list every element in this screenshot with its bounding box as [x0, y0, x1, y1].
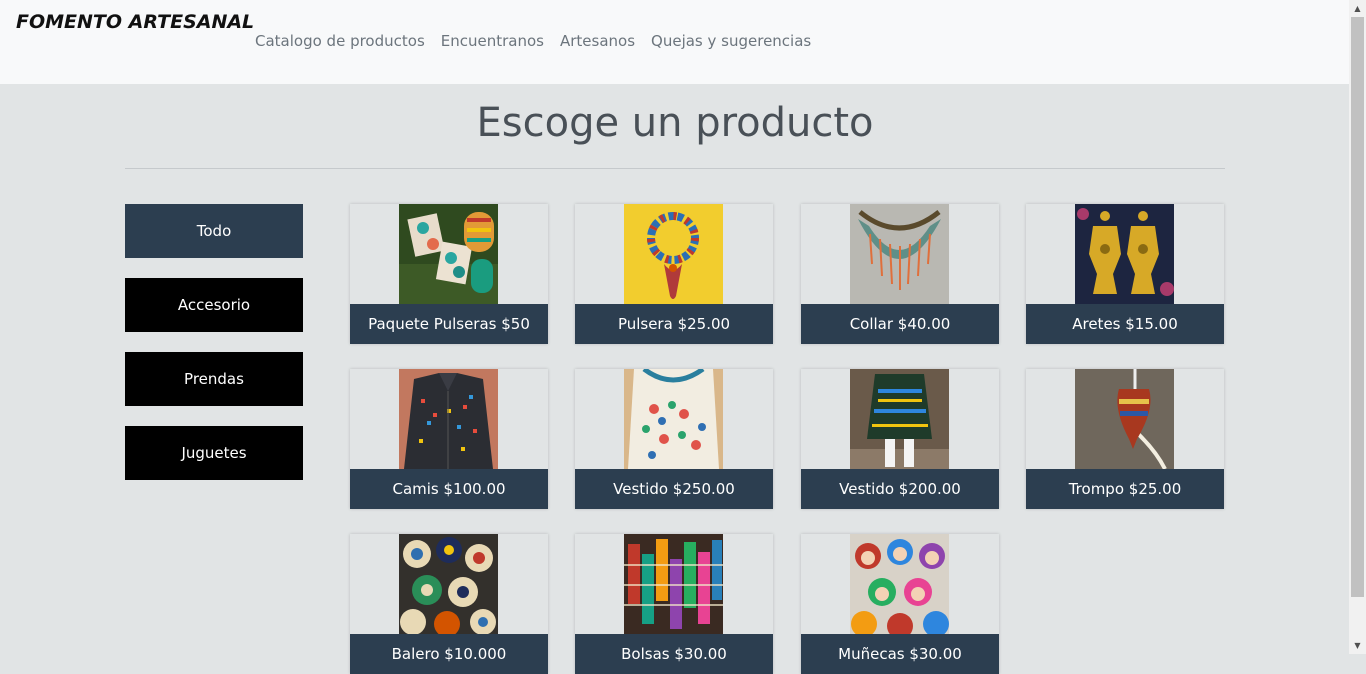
product-label: Collar $40.00 [801, 304, 999, 344]
product-label: Muñecas $30.00 [801, 634, 999, 674]
product-label: Vestido $250.00 [575, 469, 773, 509]
product-label: Aretes $15.00 [1026, 304, 1224, 344]
scroll-thumb[interactable] [1351, 17, 1364, 597]
scroll-up-icon[interactable]: ▲ [1349, 0, 1366, 17]
product-label: Pulsera $25.00 [575, 304, 773, 344]
category-button-prendas[interactable]: Prendas [125, 352, 303, 406]
product-label: Paquete Pulseras $50 [350, 304, 548, 344]
nav-link-encuentranos[interactable]: Encuentranos [441, 32, 544, 50]
product-card[interactable]: Camis $100.00 [350, 369, 548, 509]
product-label: Bolsas $30.00 [575, 634, 773, 674]
product-card[interactable]: Muñecas $30.00 [801, 534, 999, 674]
product-card[interactable]: Collar $40.00 [801, 204, 999, 344]
product-card[interactable]: Trompo $25.00 [1026, 369, 1224, 509]
category-button-accesorio[interactable]: Accesorio [125, 278, 303, 332]
product-label: Trompo $25.00 [1026, 469, 1224, 509]
category-button-juguetes[interactable]: Juguetes [125, 426, 303, 480]
product-card[interactable]: Aretes $15.00 [1026, 204, 1224, 344]
product-card[interactable]: Vestido $200.00 [801, 369, 999, 509]
dolls-photo [850, 534, 949, 634]
product-label: Vestido $200.00 [801, 469, 999, 509]
nav-links: Catalogo de productos Encuentranos Artes… [255, 32, 827, 50]
woven-bags-photo [624, 534, 723, 634]
nav-link-catalogo[interactable]: Catalogo de productos [255, 32, 425, 50]
product-card[interactable]: Paquete Pulseras $50 [350, 204, 548, 344]
product-label: Balero $10.000 [350, 634, 548, 674]
bracelets-earrings-photo [399, 204, 498, 304]
spinning-top-photo [1075, 369, 1174, 469]
page-title: Escoge un producto [476, 100, 874, 146]
product-card[interactable]: Balero $10.000 [350, 534, 548, 674]
product-label: Camis $100.00 [350, 469, 548, 509]
product-card[interactable]: Bolsas $30.00 [575, 534, 773, 674]
embroidered-shirt-photo [399, 369, 498, 469]
brand-logo[interactable]: FOMENTO ARTESANAL [16, 11, 254, 33]
product-card[interactable]: Vestido $250.00 [575, 369, 773, 509]
product-card[interactable]: Pulsera $25.00 [575, 204, 773, 344]
scroll-down-icon[interactable]: ▼ [1349, 637, 1366, 654]
embroidered-dress-photo [624, 369, 723, 469]
wooden-toys-photo [399, 534, 498, 634]
scrollbar[interactable]: ▲ ▼ [1349, 0, 1366, 654]
bead-bracelet-photo [624, 204, 723, 304]
beaded-necklace-photo [850, 204, 949, 304]
gold-earrings-photo [1075, 204, 1174, 304]
nav-link-artesanos[interactable]: Artesanos [560, 32, 635, 50]
navbar: FOMENTO ARTESANAL Catalogo de productos … [0, 0, 1349, 84]
nav-link-quejas[interactable]: Quejas y sugerencias [651, 32, 811, 50]
category-button-todo[interactable]: Todo [125, 204, 303, 258]
child-dress-photo [850, 369, 949, 469]
title-divider [125, 168, 1225, 169]
